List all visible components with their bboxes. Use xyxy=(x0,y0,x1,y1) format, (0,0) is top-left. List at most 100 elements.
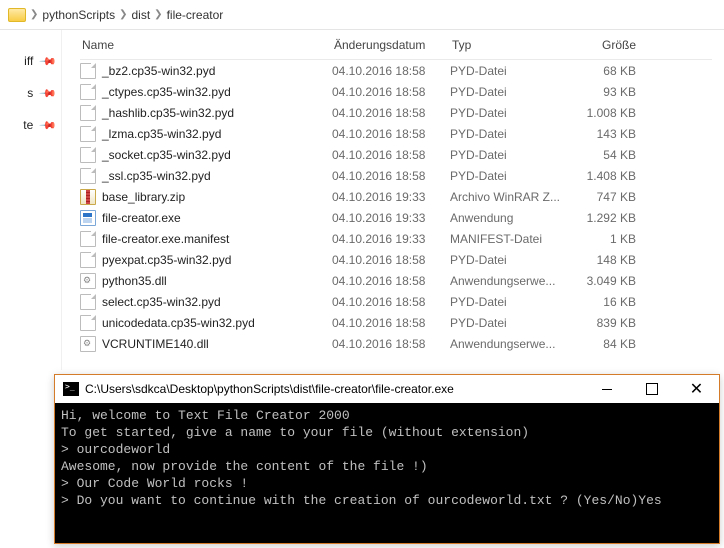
file-type: Anwendungserwe... xyxy=(450,337,572,351)
file-type: PYD-Datei xyxy=(450,85,572,99)
file-type: MANIFEST-Datei xyxy=(450,232,572,246)
file-date: 04.10.2016 18:58 xyxy=(332,316,450,330)
file-date: 04.10.2016 18:58 xyxy=(332,127,450,141)
file-row[interactable]: base_library.zip 04.10.2016 19:33Archivo … xyxy=(80,186,712,207)
file-row[interactable]: _lzma.cp35-win32.pyd 04.10.2016 18:58PYD-… xyxy=(80,123,712,144)
console-titlebar[interactable]: C:\Users\sdkca\Desktop\pythonScripts\dis… xyxy=(55,375,719,403)
sidebar-item[interactable]: iff📌 xyxy=(0,54,55,68)
file-size: 143 KB xyxy=(572,127,650,141)
file-name: base_library.zip xyxy=(102,190,185,204)
file-name: _ssl.cp35-win32.pyd xyxy=(102,169,211,183)
file-size: 54 KB xyxy=(572,148,650,162)
file-type: PYD-Datei xyxy=(450,64,572,78)
file-name: unicodedata.cp35-win32.pyd xyxy=(102,316,255,330)
file-row[interactable]: pyexpat.cp35-win32.pyd04.10.2016 18:58PY… xyxy=(80,249,712,270)
file-type: PYD-Datei xyxy=(450,127,572,141)
file-size: 1.008 KB xyxy=(572,106,650,120)
file-date: 04.10.2016 18:58 xyxy=(332,274,450,288)
col-type[interactable]: Typ xyxy=(450,38,572,52)
maximize-button[interactable] xyxy=(629,375,674,403)
col-size[interactable]: Größe xyxy=(572,38,650,52)
sidebar-item[interactable]: s📌 xyxy=(0,86,55,100)
file-icon xyxy=(80,168,96,184)
file-type: Anwendung xyxy=(450,211,572,225)
file-icon xyxy=(80,315,96,331)
file-date: 04.10.2016 19:33 xyxy=(332,232,450,246)
breadcrumb-item[interactable]: dist xyxy=(131,8,150,22)
file-size: 1.408 KB xyxy=(572,169,650,183)
file-name: VCRUNTIME140.dll xyxy=(102,337,209,351)
dll-icon xyxy=(80,336,96,352)
file-name: _hashlib.cp35-win32.pyd xyxy=(102,106,234,120)
file-date: 04.10.2016 19:33 xyxy=(332,190,450,204)
chevron-right-icon: ❯ xyxy=(154,9,162,20)
file-row[interactable]: _bz2.cp35-win32.pyd 04.10.2016 18:58PYD-D… xyxy=(80,60,712,81)
col-name[interactable]: Name xyxy=(80,38,332,52)
file-size: 1.292 KB xyxy=(572,211,650,225)
file-row[interactable]: _ssl.cp35-win32.pyd 04.10.2016 18:58PYD-D… xyxy=(80,165,712,186)
file-date: 04.10.2016 18:58 xyxy=(332,148,450,162)
file-type: Archivo WinRAR Z... xyxy=(450,190,572,204)
file-row[interactable]: file-creator.exe 04.10.2016 19:33Anwendun… xyxy=(80,207,712,228)
file-name: _bz2.cp35-win32.pyd xyxy=(102,64,215,78)
chevron-right-icon: ❯ xyxy=(119,9,127,20)
close-button[interactable]: ✕ xyxy=(674,375,719,403)
file-size: 747 KB xyxy=(572,190,650,204)
file-date: 04.10.2016 18:58 xyxy=(332,169,450,183)
file-row[interactable]: unicodedata.cp35-win32.pyd 04.10.2016 18:… xyxy=(80,312,712,333)
file-name: _lzma.cp35-win32.pyd xyxy=(102,127,221,141)
file-row[interactable]: _ctypes.cp35-win32.pyd04.10.2016 18:58PY… xyxy=(80,81,712,102)
pin-icon: 📌 xyxy=(39,116,58,135)
file-name: _socket.cp35-win32.pyd xyxy=(102,148,231,162)
file-name: file-creator.exe.manifest xyxy=(102,232,229,246)
file-icon xyxy=(80,294,96,310)
sidebar-item[interactable]: te📌 xyxy=(0,118,55,132)
file-size: 148 KB xyxy=(572,253,650,267)
file-row[interactable]: python35.dll 04.10.2016 18:58Anwendungser… xyxy=(80,270,712,291)
file-size: 839 KB xyxy=(572,316,650,330)
file-date: 04.10.2016 18:58 xyxy=(332,106,450,120)
file-row[interactable]: VCRUNTIME140.dll 04.10.2016 18:58Anwendun… xyxy=(80,333,712,354)
folder-icon xyxy=(8,8,26,22)
dll-icon xyxy=(80,273,96,289)
file-row[interactable]: select.cp35-win32.pyd04.10.2016 18:58PYD… xyxy=(80,291,712,312)
file-type: Anwendungserwe... xyxy=(450,274,572,288)
breadcrumb-item[interactable]: pythonScripts xyxy=(42,8,115,22)
minimize-button[interactable] xyxy=(584,375,629,403)
file-name: select.cp35-win32.pyd xyxy=(102,295,221,309)
file-icon xyxy=(80,126,96,142)
col-date[interactable]: Änderungsdatum xyxy=(332,38,450,52)
file-name: file-creator.exe xyxy=(102,211,181,225)
file-date: 04.10.2016 18:58 xyxy=(332,253,450,267)
file-row[interactable]: file-creator.exe.manifest 04.10.2016 19:3… xyxy=(80,228,712,249)
pin-icon: 📌 xyxy=(39,84,58,103)
file-size: 68 KB xyxy=(572,64,650,78)
file-size: 1 KB xyxy=(572,232,650,246)
breadcrumb-item[interactable]: file-creator xyxy=(167,8,224,22)
file-date: 04.10.2016 18:58 xyxy=(332,85,450,99)
file-size: 93 KB xyxy=(572,85,650,99)
file-icon xyxy=(80,147,96,163)
file-name: python35.dll xyxy=(102,274,167,288)
file-type: PYD-Datei xyxy=(450,316,572,330)
file-row[interactable]: _hashlib.cp35-win32.pyd 04.10.2016 18:58P… xyxy=(80,102,712,123)
file-date: 04.10.2016 19:33 xyxy=(332,211,450,225)
column-headers[interactable]: Name Änderungsdatum Typ Größe xyxy=(80,30,712,60)
file-size: 16 KB xyxy=(572,295,650,309)
cmd-icon xyxy=(63,382,79,396)
zip-icon xyxy=(80,189,96,205)
file-icon xyxy=(80,105,96,121)
file-size: 84 KB xyxy=(572,337,650,351)
console-output[interactable]: Hi, welcome to Text File Creator 2000 To… xyxy=(55,403,719,543)
file-icon xyxy=(80,63,96,79)
file-row[interactable]: _socket.cp35-win32.pyd04.10.2016 18:58PY… xyxy=(80,144,712,165)
file-date: 04.10.2016 18:58 xyxy=(332,64,450,78)
breadcrumb[interactable]: ❯ pythonScripts ❯ dist ❯ file-creator xyxy=(0,0,724,30)
sidebar: iff📌 s📌 te📌 xyxy=(0,30,62,370)
file-date: 04.10.2016 18:58 xyxy=(332,337,450,351)
file-type: PYD-Datei xyxy=(450,106,572,120)
file-date: 04.10.2016 18:58 xyxy=(332,295,450,309)
file-type: PYD-Datei xyxy=(450,169,572,183)
file-list: Name Änderungsdatum Typ Größe _bz2.cp35-… xyxy=(62,30,724,370)
file-size: 3.049 KB xyxy=(572,274,650,288)
